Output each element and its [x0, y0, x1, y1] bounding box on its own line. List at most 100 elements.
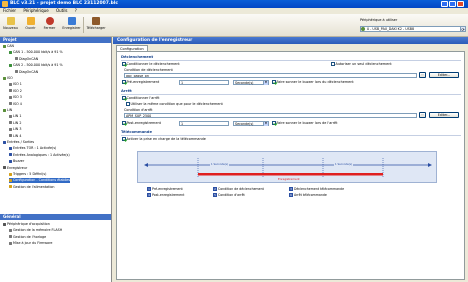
timeline-arrow-left [144, 163, 148, 167]
general-header: Général [0, 214, 111, 220]
tree-item[interactable]: Triggers : 5 Défini(s) [9, 172, 46, 177]
tree-item[interactable]: CAN [3, 44, 14, 49]
tree-item[interactable]: DiagOnCAN [15, 57, 38, 62]
tree-item[interactable]: LIN 4 [9, 134, 21, 139]
tree-item[interactable]: CAN 1 - 500.000 kbit/s à 91 % [9, 50, 63, 55]
tree-item[interactable]: ISO 4 [9, 102, 22, 107]
close-button[interactable] [457, 1, 464, 7]
download-label: Télécharger [86, 26, 106, 30]
menu-peripherique[interactable]: Périphérique [23, 8, 48, 13]
cond-arret-check[interactable] [122, 96, 126, 100]
section-declenchement: Déclenchement [121, 55, 154, 59]
telecommande-label: Activer la prise en charge de la télécom… [126, 137, 206, 141]
tree-item[interactable]: CAN 2 - 500.000 kbit/s à 91 % [9, 63, 63, 68]
cond-declenchement-checkbox[interactable]: Conditionner le déclenchement [122, 62, 180, 66]
tree-item[interactable]: ISO 1 [9, 82, 22, 87]
cond-arret-checkbox[interactable]: Conditionner l'arrêt [122, 96, 159, 100]
buzzer-arret-check[interactable] [272, 121, 276, 125]
tree-item[interactable]: ISO 2 [9, 89, 22, 94]
tree-item[interactable]: Enregistreur [3, 166, 27, 171]
new-button[interactable]: Nouveau [2, 16, 19, 34]
tree-node-icon [9, 50, 12, 54]
tree-node-icon [3, 140, 6, 144]
cond-declenchement-check[interactable] [122, 62, 126, 66]
menu-outils[interactable]: Outils [56, 8, 68, 13]
tree-item-label: Enregistreur [7, 165, 28, 170]
buzzer-declenchement-check[interactable] [272, 80, 276, 84]
tree-item-label: ISO 1 [13, 82, 22, 87]
download-icon [92, 17, 100, 25]
post-enregistrement-check[interactable] [122, 121, 126, 125]
tree-item[interactable]: Entrées / Sorties [3, 140, 34, 145]
tree-node-icon [3, 44, 6, 48]
download-button[interactable]: Télécharger [86, 16, 106, 34]
tree-item-label: DiagOnCAN [19, 56, 39, 61]
tree-item-label: Triggers : 5 Défini(s) [13, 172, 47, 176]
condition-declenchement-field[interactable]: apc_passe_on [124, 73, 417, 78]
tree-item[interactable]: LIN 2 [9, 121, 21, 126]
tree-item[interactable]: LIN 1 [9, 114, 21, 119]
legend-num: 4 [147, 193, 151, 197]
telecommande-checkbox[interactable]: Activer la prise en charge de la télécom… [122, 137, 206, 141]
tree-node-icon [9, 178, 12, 182]
new-file-icon [6, 17, 15, 25]
meme-condition-label: Utiliser la même condition que pour le d… [130, 102, 223, 106]
menu-fichier[interactable]: Fichier [3, 8, 16, 13]
pre-enregistrement-checkbox[interactable]: Pré-enregistrement [122, 80, 159, 84]
post-enregistrement-unit[interactable]: Seconde(s) ▼ [233, 121, 269, 126]
chevron-down-icon: ▼ [263, 81, 268, 85]
tree-item[interactable]: LIN 3 [9, 127, 21, 132]
tree-item[interactable]: ISO [3, 76, 13, 81]
menu-help[interactable]: ? [75, 8, 77, 13]
buzzer-arret-checkbox[interactable]: Faire sonner le buzzer lors de l'arrêt [272, 121, 337, 125]
tree-node-icon [9, 134, 12, 138]
save-label: Enregistrer [62, 26, 81, 30]
tree-item[interactable]: Configuration - Conditions établies [9, 178, 71, 184]
tree-item[interactable]: Gestion de l'alimentation [9, 185, 54, 190]
minimize-button[interactable] [441, 1, 448, 7]
autoriser-checkbox[interactable]: Autoriser un seul déclenchement [331, 62, 392, 66]
open-button[interactable]: Ouvrir [22, 16, 39, 34]
autoriser-check[interactable] [331, 62, 335, 66]
tree-item[interactable]: Entrées Analogiques : 1 Activée(s) [9, 153, 70, 158]
post-enregistrement-checkbox[interactable]: Post-enregistrement [122, 121, 161, 125]
pre-enregistrement-unit[interactable]: Seconde(s) ▼ [233, 80, 269, 85]
tree-item[interactable]: ISO 3 [9, 95, 22, 100]
condition-arret-picker[interactable]: ⋯ [419, 112, 426, 118]
open-folder-icon [26, 17, 35, 25]
condition-declenchement-picker[interactable]: ⋯ [419, 72, 426, 78]
save-button[interactable]: Enregistrer [62, 16, 81, 34]
device-refresh-icon[interactable]: ⟳ [460, 26, 466, 32]
tree-item[interactable]: Entrées TOR : 1 Activée(s) [9, 146, 56, 151]
toolbar-separator [83, 17, 84, 33]
tree-item-label: ISO 4 [13, 101, 22, 106]
tree-item[interactable]: Gestion de la mémoire FLASH [9, 228, 62, 233]
legend-item-3: 3 Déclenchement télécommande [289, 187, 344, 191]
pre-enregistrement-value[interactable]: 1 [179, 80, 229, 85]
tree-item[interactable]: Buzzer [9, 159, 24, 164]
buzzer-declenchement-checkbox[interactable]: Faire sonner le buzzer lors du déclenche… [272, 80, 354, 84]
tree-node-icon [9, 63, 12, 67]
telecommande-check[interactable] [122, 137, 126, 141]
tree-item-label: Mise à jour du Firmware [13, 241, 53, 246]
tree-node-icon [9, 114, 12, 118]
tree-item[interactable]: Périphérique d'acquisition [3, 222, 50, 227]
post-enregistrement-value[interactable]: 1 [179, 121, 229, 126]
maximize-button[interactable] [449, 1, 456, 7]
pre-enregistrement-check[interactable] [122, 80, 126, 84]
timeline-pre-label: 1 Seconde(s) [210, 163, 229, 166]
edit-declenchement-button[interactable]: Editer... [429, 72, 459, 78]
tree-item[interactable]: Gestion de l'horloge [9, 235, 46, 240]
tree-item[interactable]: LIN [3, 108, 12, 113]
tree-item[interactable]: DiagOnCAN [15, 70, 38, 75]
tree-item[interactable]: Mise à jour du Firmware [9, 241, 52, 246]
tree-item-label: Entrées TOR : 1 Activée(s) [13, 146, 57, 151]
condition-arret-field[interactable]: APM_SUP_2500 [124, 113, 417, 118]
device-select[interactable]: 0 - USB_PAX_DAKI K2 - USB8 [360, 26, 466, 32]
edit-arret-button[interactable]: Editer... [429, 112, 459, 118]
meme-condition-check[interactable] [126, 102, 130, 106]
window-title: BLC v3.21 - projet demo BLC 23112007.blc [0, 0, 468, 8]
close-file-button[interactable]: Fermer [41, 16, 58, 34]
tree-node-icon [9, 89, 12, 93]
meme-condition-checkbox[interactable]: Utiliser la même condition que pour le d… [126, 102, 223, 106]
